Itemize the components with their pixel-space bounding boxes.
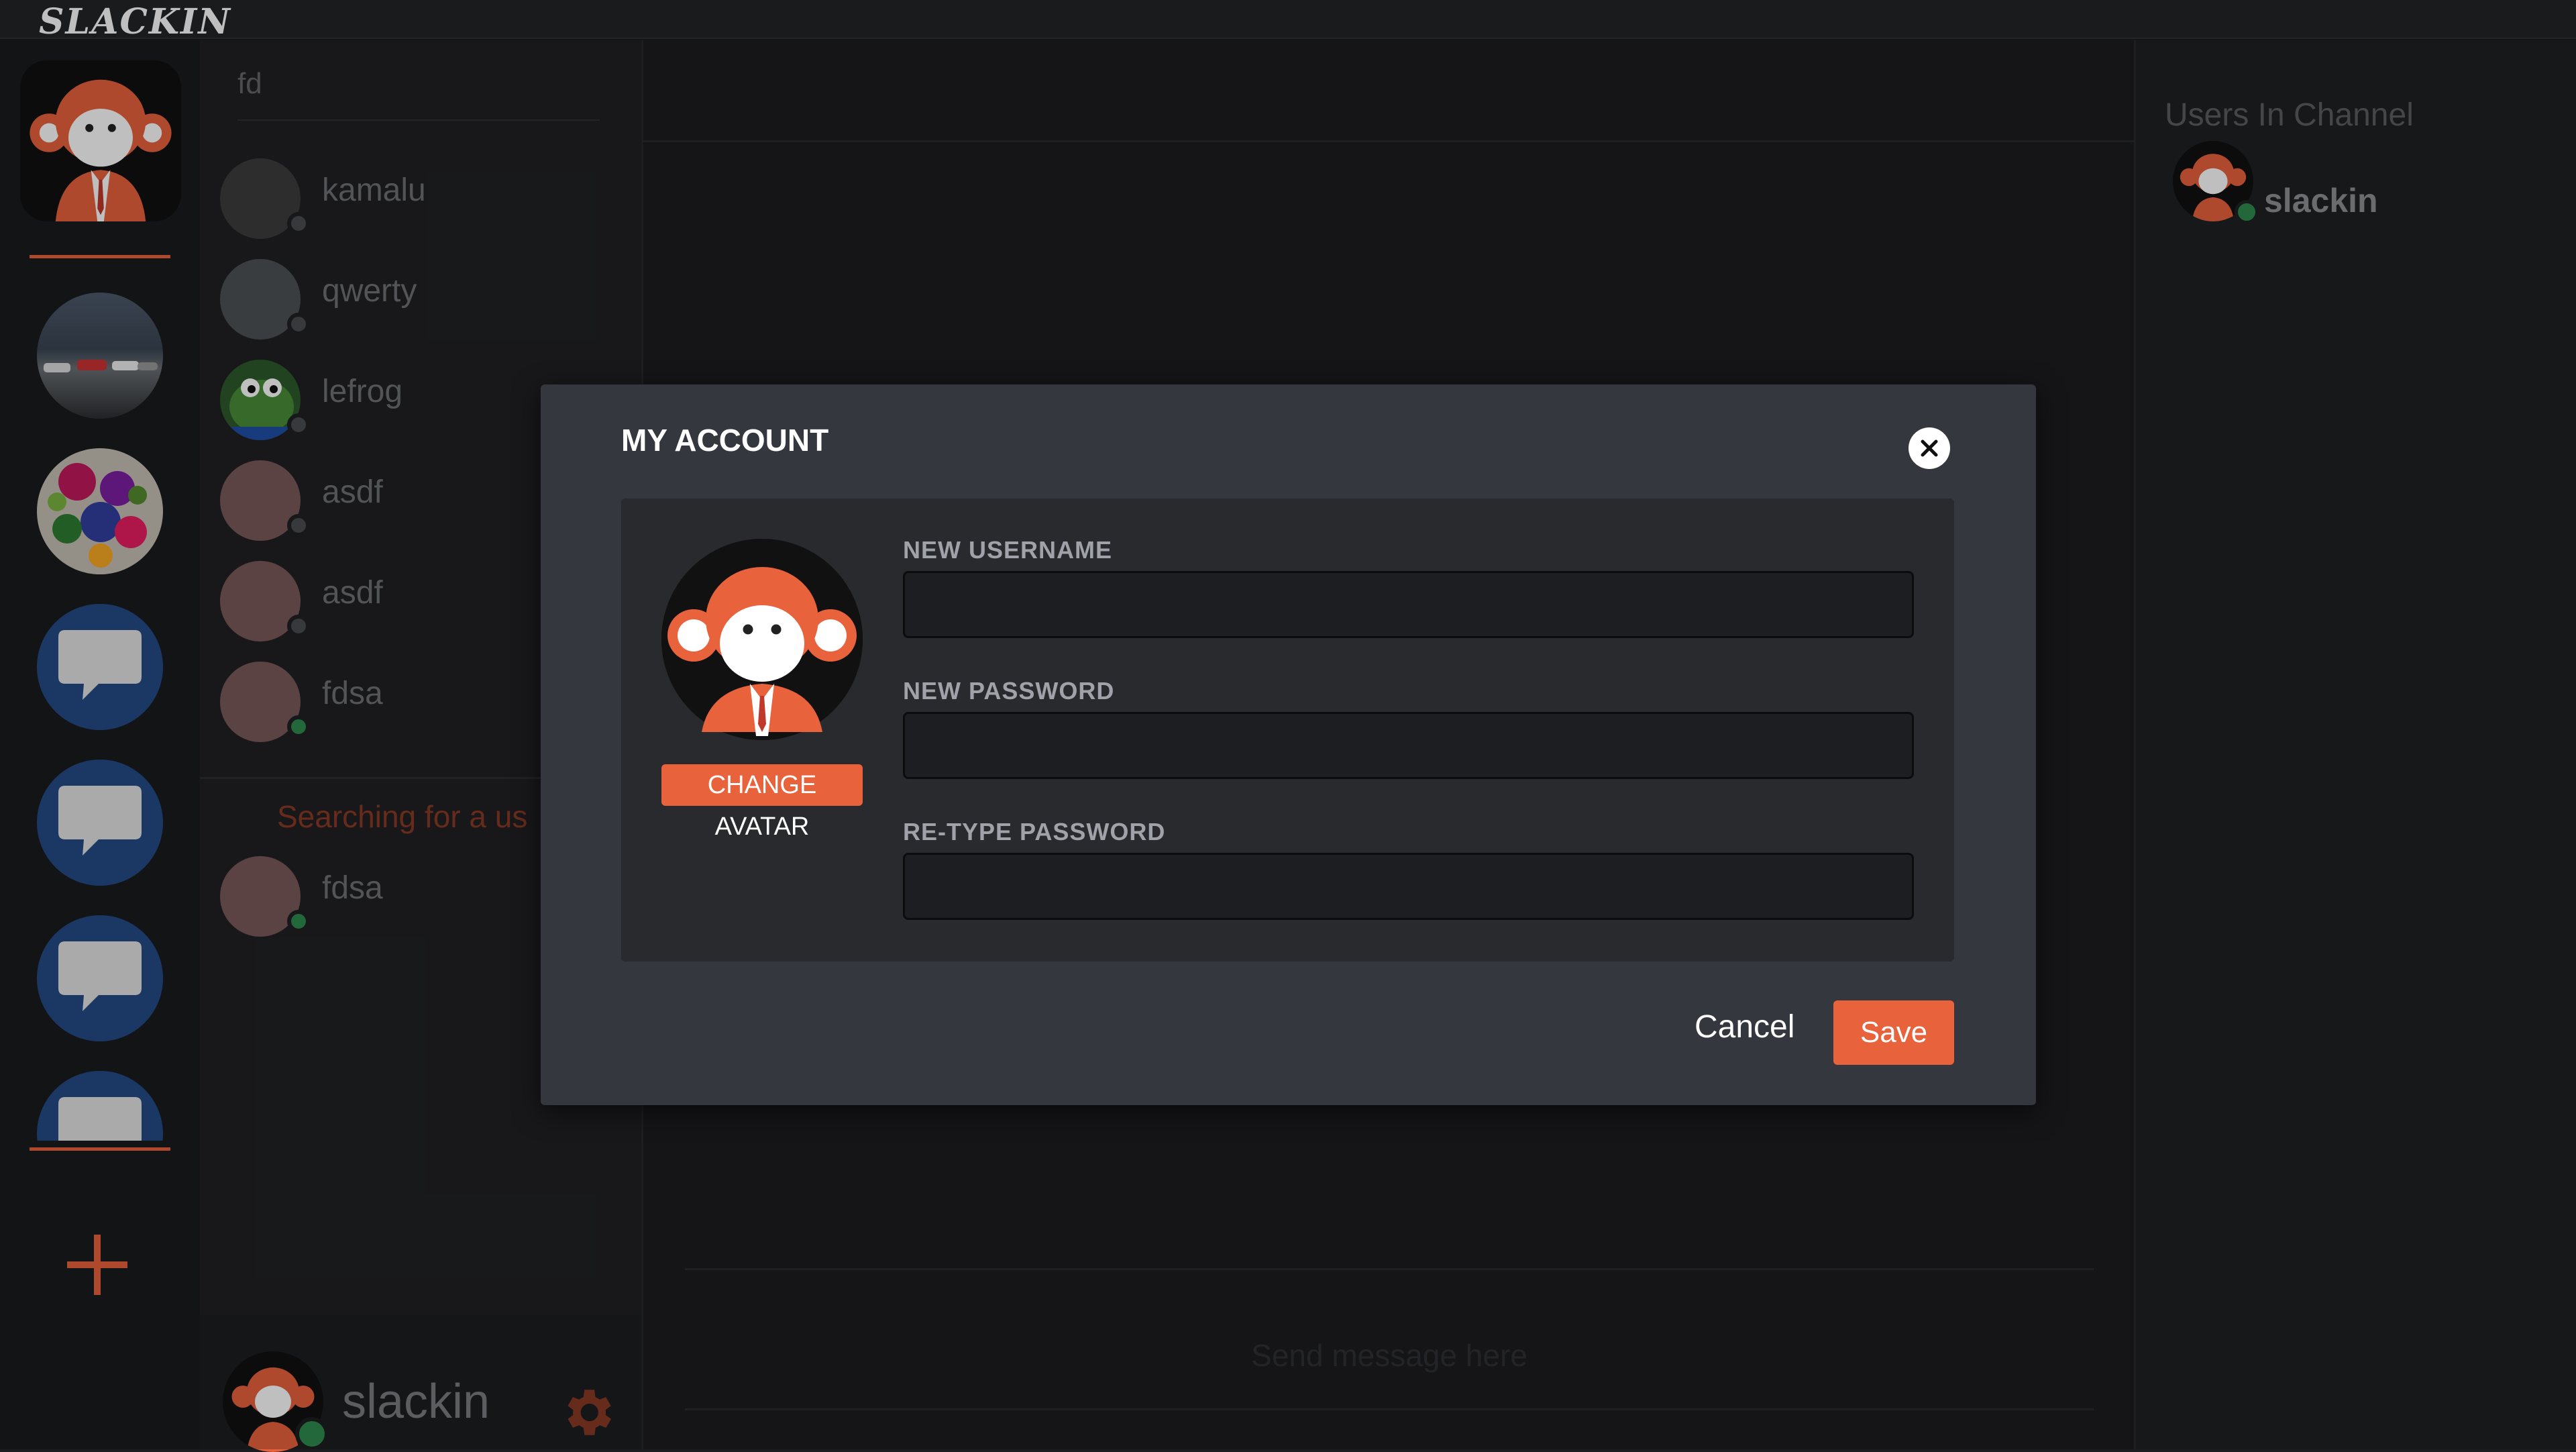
retype-password-label: RE-TYPE PASSWORD [903,818,1166,845]
modal-title: MY ACCOUNT [621,423,829,458]
change-avatar-button[interactable]: CHANGE AVATAR [661,764,863,841]
account-form-panel: CHANGE AVATAR NEW USERNAME NEW PASSWORD … [621,499,1954,962]
cancel-button[interactable]: Cancel [1695,1008,1794,1045]
account-avatar [661,539,863,740]
new-password-label: NEW PASSWORD [903,677,1115,705]
close-icon [1921,439,1938,457]
monkey-avatar-icon [661,539,863,740]
retype-password-input[interactable] [903,853,1914,920]
save-button[interactable]: Save [1833,1000,1954,1065]
my-account-modal: MY ACCOUNT CHANGE AVATAR NEW USERNAME NE… [541,384,2036,1105]
new-username-label: NEW USERNAME [903,536,1113,564]
new-username-input[interactable] [903,571,1914,638]
new-password-input[interactable] [903,712,1914,779]
close-button[interactable] [1909,427,1950,469]
